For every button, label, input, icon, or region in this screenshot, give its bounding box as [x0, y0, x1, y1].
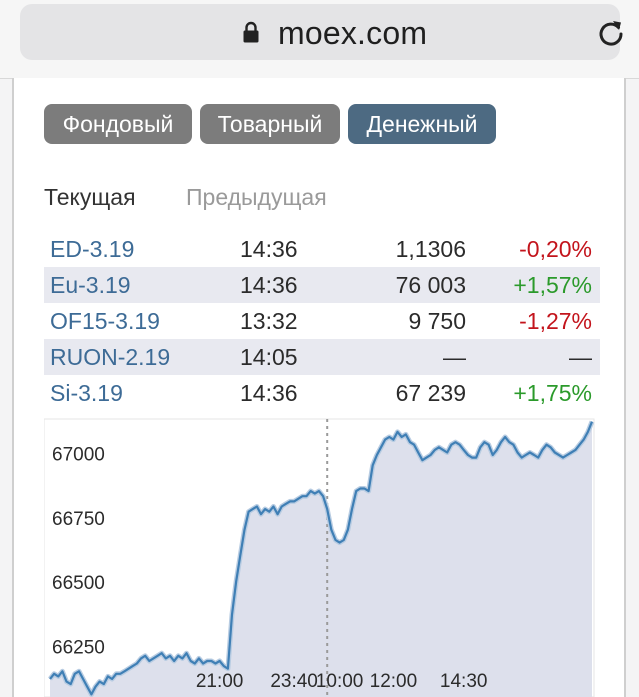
x-tick-label: 21:00 — [196, 671, 244, 692]
reload-icon[interactable] — [596, 18, 626, 48]
x-tick-label: 23:40 — [270, 671, 318, 692]
price-chart: 67000 66750 66500 66250 21:00 23:4010:00 12:00… — [44, 418, 595, 697]
market-widget: Фондовый Товарный Денежный Текущая Преды… — [12, 78, 626, 697]
quote-price: — — [336, 339, 466, 375]
y-tick-label: 66500 — [52, 573, 105, 594]
subtab-previous[interactable]: Предыдущая — [186, 182, 327, 212]
quote-row[interactable]: Eu-3.19 14:36 76 003 +1,57% — [44, 267, 600, 303]
quote-price: 1,1306 — [336, 231, 466, 267]
quote-row[interactable]: OF15-3.19 13:32 9 750 -1,27% — [44, 303, 600, 339]
quote-row[interactable]: ED-3.19 14:36 1,1306 -0,20% — [44, 231, 600, 267]
quote-price: 67 239 — [336, 375, 466, 411]
y-tick-label: 67000 — [52, 445, 105, 466]
quote-time: 14:36 — [240, 267, 336, 303]
subtab-current[interactable]: Текущая — [44, 182, 136, 212]
quote-change: — — [466, 339, 600, 375]
quote-ticker[interactable]: Si-3.19 — [44, 375, 240, 411]
quote-price: 9 750 — [336, 303, 466, 339]
quote-price: 76 003 — [336, 267, 466, 303]
address-bar[interactable]: moex.com — [20, 4, 623, 60]
quote-ticker[interactable]: Eu-3.19 — [44, 267, 240, 303]
quote-time: 14:36 — [240, 375, 336, 411]
quote-change: +1,75% — [466, 375, 600, 411]
tab-commodity[interactable]: Товарный — [200, 104, 340, 144]
quote-row[interactable]: RUON-2.19 14:05— — — [44, 339, 600, 375]
quote-ticker[interactable]: ED-3.19 — [44, 231, 240, 267]
browser-toolbar: moex.com — [0, 0, 639, 79]
quote-ticker[interactable]: OF15-3.19 — [44, 303, 240, 339]
tab-stock[interactable]: Фондовый — [44, 104, 192, 144]
y-tick-label: 66250 — [52, 638, 105, 659]
quote-row[interactable]: Si-3.19 14:36 67 239 +1,75% — [44, 375, 600, 411]
quote-time: 14:36 — [240, 231, 336, 267]
url-text[interactable]: moex.com — [278, 13, 427, 53]
quote-time: 14:05 — [240, 339, 336, 375]
x-tick-label: 10:00 — [316, 671, 364, 692]
quotes-table: ED-3.19 14:36 1,1306 -0,20% Eu-3.19 14:36 76 0… — [44, 231, 600, 411]
quote-time: 13:32 — [240, 303, 336, 339]
quote-change: +1,57% — [466, 267, 600, 303]
x-tick-label: 12:00 — [370, 671, 418, 692]
y-tick-label: 66750 — [52, 509, 105, 530]
lock-icon — [243, 21, 259, 43]
x-tick-label: 14:30 — [440, 671, 488, 692]
quote-change: -1,27% — [466, 303, 600, 339]
quote-ticker[interactable]: RUON-2.19 — [44, 339, 240, 375]
quote-change: -0,20% — [466, 231, 600, 267]
tab-money[interactable]: Денежный — [348, 104, 496, 144]
